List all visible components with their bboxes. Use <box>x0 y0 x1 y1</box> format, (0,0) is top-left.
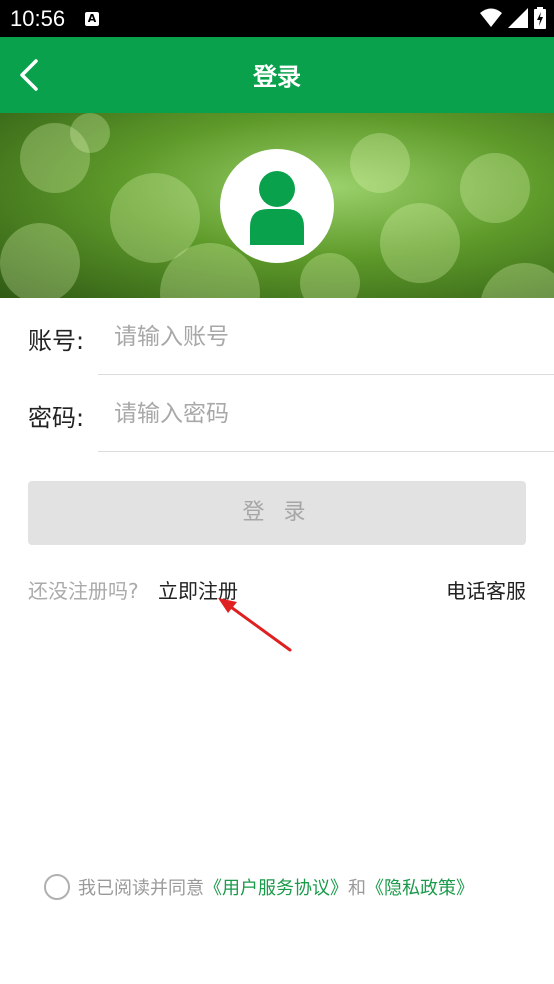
user-icon <box>250 171 304 245</box>
notification-icon: A <box>85 11 100 26</box>
status-bar: 10:56 A <box>0 0 554 37</box>
status-time: 10:56 <box>10 5 66 31</box>
register-hint: 还没注册吗? <box>28 579 139 603</box>
annotation-arrow <box>218 598 292 652</box>
account-label: 账号: <box>28 327 85 355</box>
wifi-icon <box>480 8 502 27</box>
divider <box>98 451 554 452</box>
login-button[interactable]: 登 录 <box>28 481 526 545</box>
account-row: 账号: <box>0 299 554 375</box>
title-bar: 登录 <box>0 37 554 113</box>
password-input[interactable] <box>112 390 536 438</box>
password-label: 密码: <box>28 404 85 432</box>
agree-radio[interactable] <box>44 874 70 900</box>
agreement-and: 和 <box>348 878 366 899</box>
signal-icon <box>508 8 528 28</box>
status-icons <box>480 7 546 29</box>
account-input[interactable] <box>112 313 536 361</box>
agreement-row: 我已阅读并同意 《用户服务协议》 和 《隐私政策》 <box>44 874 474 900</box>
user-agreement-link[interactable]: 《用户服务协议》 <box>204 874 348 900</box>
password-row: 密码: <box>0 376 554 452</box>
phone-service-link[interactable]: 电话客服 <box>446 575 526 604</box>
privacy-policy-link[interactable]: 《隐私政策》 <box>366 874 474 900</box>
battery-icon <box>534 7 546 29</box>
divider <box>98 374 554 375</box>
avatar <box>220 149 334 263</box>
page-title: 登录 <box>253 63 301 91</box>
agreement-prefix: 我已阅读并同意 <box>78 878 204 899</box>
banner-image <box>0 113 554 298</box>
